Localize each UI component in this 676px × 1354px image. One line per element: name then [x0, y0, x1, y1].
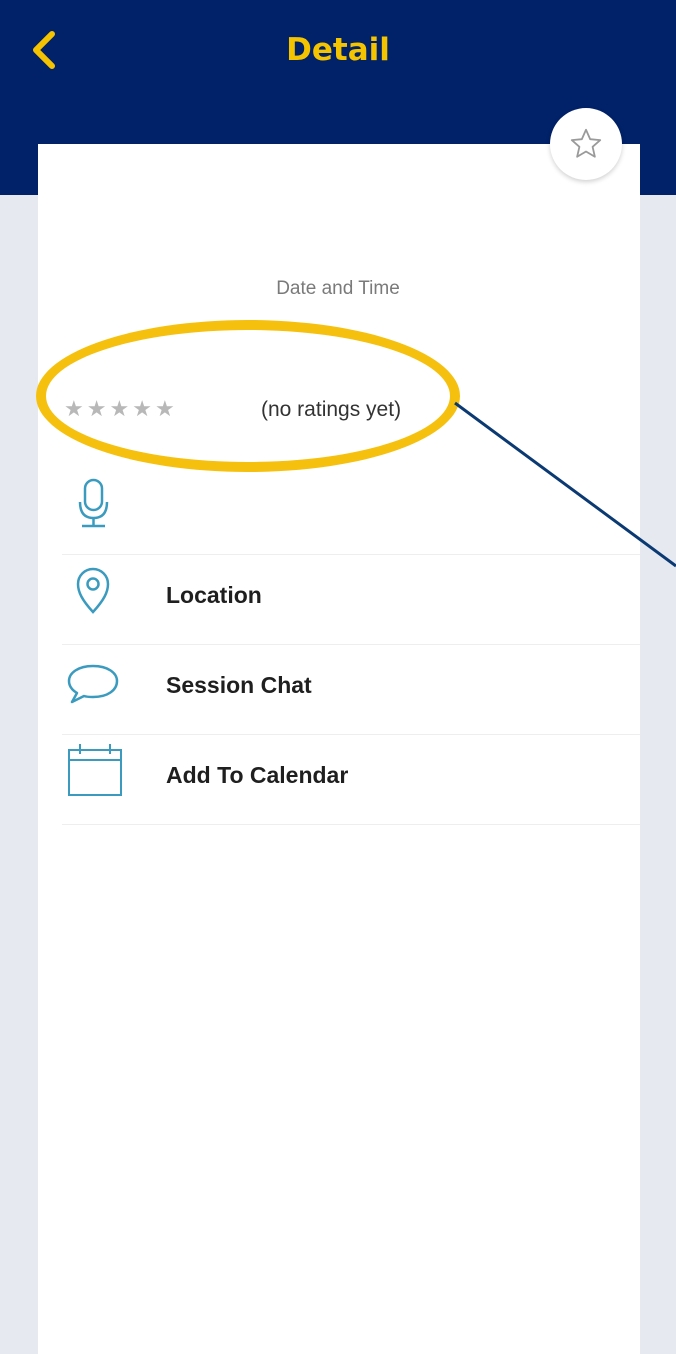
action-label: Location — [166, 582, 262, 608]
star-icon: ★ — [132, 396, 155, 421]
calendar-icon — [62, 734, 132, 819]
star-outline-icon — [570, 128, 602, 158]
action-label: Session Chat — [166, 672, 312, 698]
date-time-label: Date and Time — [276, 278, 400, 299]
rating-row[interactable]: ★★★★★ (no ratings yet) — [60, 388, 480, 438]
action-row-location[interactable]: Location — [62, 554, 640, 645]
chat-bubble-icon — [62, 644, 132, 729]
star-icon: ★ — [86, 396, 110, 421]
action-label: Add To Calendar — [166, 762, 349, 788]
rating-stars[interactable]: ★★★★★ — [64, 396, 178, 422]
star-icon: ★ — [154, 396, 178, 421]
star-icon: ★ — [64, 396, 87, 421]
star-icon: ★ — [109, 396, 133, 421]
action-row-add-to-calendar[interactable]: Add To Calendar — [62, 734, 640, 825]
page-title: Detail — [286, 32, 390, 68]
rating-text: (no ratings yet) — [261, 398, 402, 421]
action-row-audio[interactable] — [62, 464, 640, 555]
action-row-session-chat[interactable]: Session Chat — [62, 644, 640, 735]
favorite-button[interactable] — [550, 108, 622, 180]
microphone-icon — [62, 464, 132, 549]
map-pin-icon — [62, 554, 132, 639]
